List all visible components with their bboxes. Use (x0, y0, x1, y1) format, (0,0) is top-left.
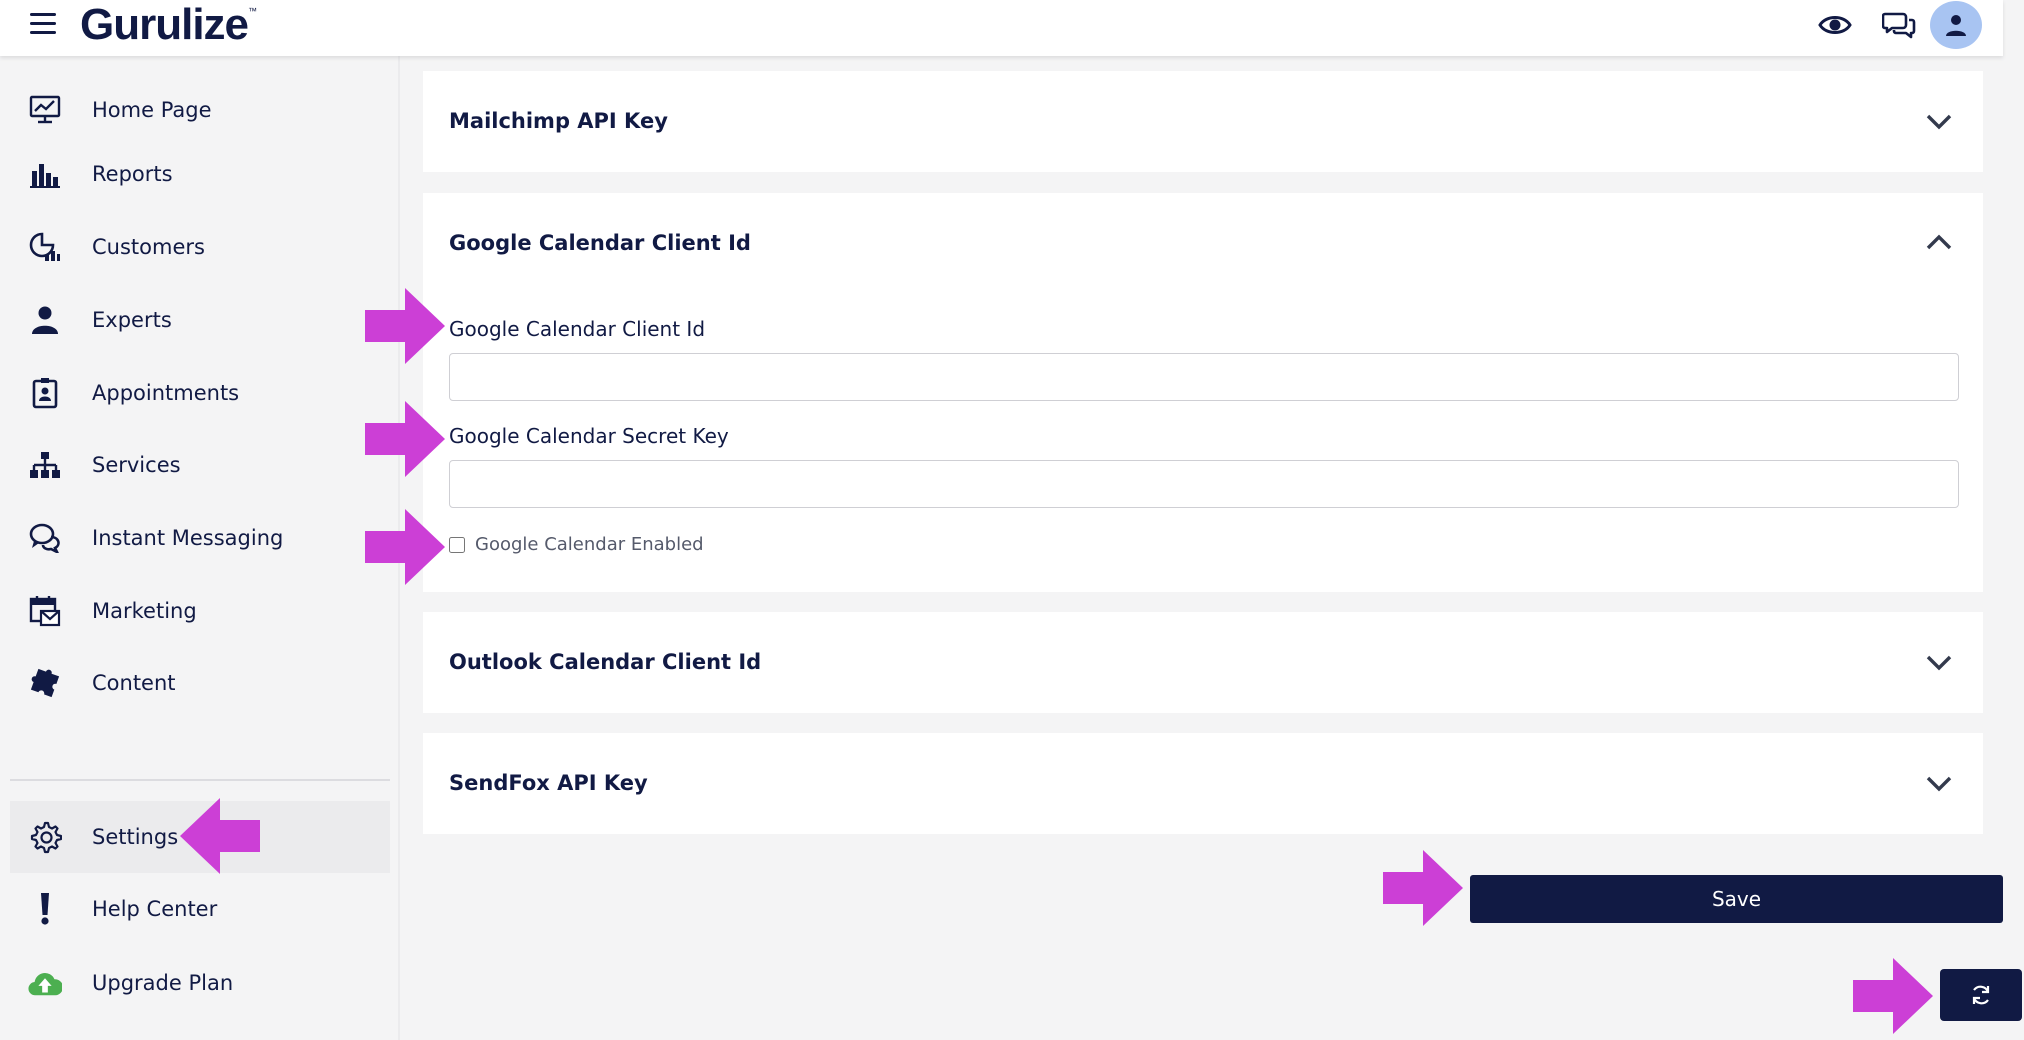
refresh-icon (1972, 985, 1990, 1005)
client-id-label: Google Calendar Client Id (449, 317, 706, 341)
sidebar-item-help-center[interactable]: Help Center (10, 873, 390, 945)
user-icon (1946, 15, 1966, 36)
sidebar-item-label: Settings (92, 825, 179, 849)
sidebar-item-experts[interactable]: Experts (10, 284, 390, 356)
panel-title: Outlook Calendar Client Id (449, 650, 762, 674)
chevron-down-icon[interactable] (1925, 654, 1953, 672)
exclamation-icon (28, 892, 62, 926)
top-bar: Gurulize™ (0, 0, 2003, 56)
secret-key-label: Google Calendar Secret Key (449, 424, 729, 448)
annotation-arrow-right (365, 509, 445, 585)
sidebar-item-services[interactable]: Services (10, 429, 390, 501)
sidebar-item-marketing[interactable]: Marketing (10, 575, 390, 647)
badge-icon (28, 376, 62, 410)
sidebar-item-label: Instant Messaging (92, 526, 284, 550)
person-icon (28, 303, 62, 337)
chevron-down-icon[interactable] (1925, 775, 1953, 793)
annotation-arrow-left (180, 798, 260, 874)
sidebar-item-home-page[interactable]: Home Page (10, 74, 390, 146)
sidebar-item-upgrade-plan[interactable]: Upgrade Plan (10, 947, 390, 1019)
sidebar-item-customers[interactable]: Customers (10, 211, 390, 283)
refresh-button[interactable] (1940, 969, 2022, 1021)
google-calendar-enabled-checkbox[interactable] (449, 536, 465, 553)
sidebar-item-label: Reports (92, 162, 173, 186)
annotation-arrow-right (365, 401, 445, 477)
panel-title: SendFox API Key (449, 771, 648, 795)
chevron-down-icon[interactable] (1925, 113, 1953, 131)
sidebar-item-label: Services (92, 453, 181, 477)
secret-key-input[interactable] (449, 460, 1959, 508)
annotation-arrow-right (365, 288, 445, 364)
app-logo[interactable]: Gurulize™ (80, 0, 257, 56)
sidebar-item-label: Home Page (92, 98, 212, 122)
save-button[interactable]: Save (1470, 875, 2003, 923)
trademark-mark: ™ (248, 6, 257, 16)
sidebar-item-label: Upgrade Plan (92, 971, 234, 995)
sidebar-item-reports[interactable]: Reports (10, 138, 390, 210)
sitemap-icon (28, 448, 62, 482)
sidebar-item-label: Customers (92, 235, 205, 259)
panel-google-calendar: Google Calendar Client Id Google Calenda… (423, 193, 1983, 592)
google-calendar-enabled-label: Google Calendar Enabled (475, 534, 704, 555)
eye-icon[interactable] (1818, 10, 1852, 40)
sidebar-item-appointments[interactable]: Appointments (10, 357, 390, 429)
google-calendar-enabled-row[interactable]: Google Calendar Enabled (449, 534, 704, 555)
sidebar-item-instant-messaging[interactable]: Instant Messaging (10, 502, 390, 574)
sidebar-divider (10, 779, 390, 781)
pie-chart-icon (28, 230, 62, 264)
gear-icon (28, 820, 62, 854)
menu-icon[interactable] (30, 13, 56, 35)
sidebar-item-label: Content (92, 671, 176, 695)
user-avatar[interactable] (1930, 1, 1982, 49)
sidebar-item-label: Appointments (92, 381, 240, 405)
chat-icon[interactable] (1881, 10, 1916, 40)
panel-sendfox[interactable]: SendFox API Key (423, 733, 1983, 834)
annotation-arrow-right (1853, 958, 1933, 1034)
sidebar-item-content[interactable]: Content (10, 647, 390, 719)
cloud-upload-icon (28, 966, 62, 1000)
sidebar-item-label: Help Center (92, 897, 218, 921)
puzzle-icon (28, 666, 62, 700)
calendar-mail-icon (28, 594, 62, 628)
monitor-chart-icon (28, 93, 62, 127)
panel-outlook-calendar[interactable]: Outlook Calendar Client Id (423, 612, 1983, 713)
sidebar-item-label: Marketing (92, 599, 197, 623)
client-id-input[interactable] (449, 353, 1959, 401)
sidebar-item-label: Experts (92, 308, 172, 332)
panel-title: Mailchimp API Key (449, 109, 668, 133)
chevron-up-icon[interactable] (1925, 233, 1953, 251)
annotation-arrow-right (1383, 850, 1463, 926)
panel-title: Google Calendar Client Id (449, 231, 751, 255)
panel-mailchimp[interactable]: Mailchimp API Key (423, 71, 1983, 172)
chat-bubbles-icon (28, 521, 62, 555)
logo-text: Gurulize (80, 0, 249, 49)
bar-chart-icon (28, 157, 62, 191)
